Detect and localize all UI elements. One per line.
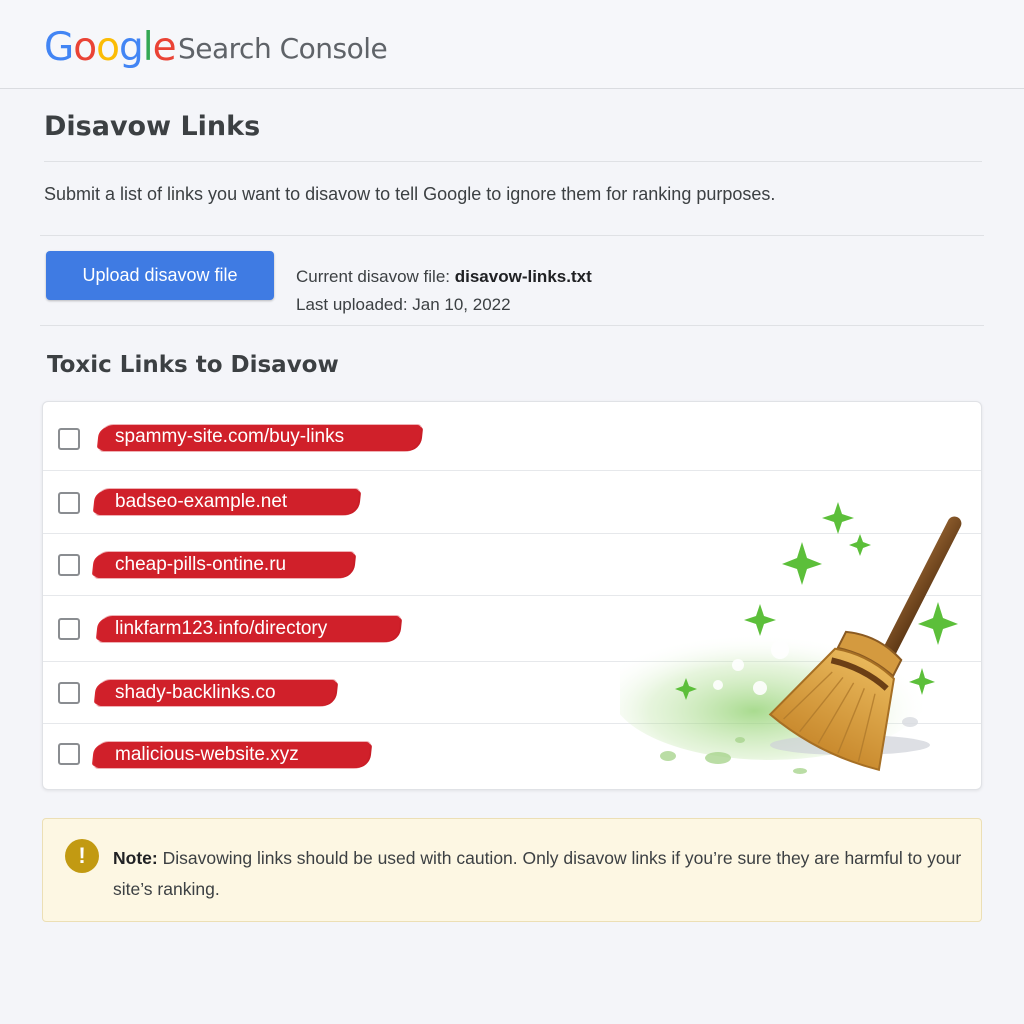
divider: [40, 325, 984, 326]
current-file-name: disavow-links.txt: [454, 267, 592, 286]
link-checkbox[interactable]: [58, 492, 80, 514]
link-checkbox[interactable]: [58, 743, 80, 765]
logo-letter-e: e: [152, 25, 177, 70]
current-file-info: Current disavow file: disavow-links.txt …: [296, 263, 592, 319]
last-uploaded: Last uploaded: Jan 10, 2022: [296, 295, 511, 314]
divider: [44, 161, 982, 162]
current-file-line: Current disavow file: disavow-links.txt: [296, 263, 592, 291]
app-header: Google Search Console: [0, 0, 1024, 89]
page-title: Disavow Links: [44, 111, 261, 142]
logo-letter-g2: g: [118, 25, 144, 70]
logo-letter-l: l: [142, 25, 154, 70]
link-url: cheap-pills-ontine.ru: [115, 554, 287, 575]
link-url: badseo-example.net: [115, 491, 288, 512]
link-url: malicious-website.xyz: [115, 744, 299, 765]
note-text: Note: Disavowing links should be used wi…: [113, 843, 973, 905]
link-checkbox[interactable]: [58, 428, 80, 450]
google-logo[interactable]: Google: [44, 24, 177, 72]
link-url: spammy-site.com/buy-links: [115, 426, 345, 447]
toxic-links-title: Toxic Links to Disavow: [47, 352, 339, 378]
link-checkbox[interactable]: [58, 682, 80, 704]
link-checkbox[interactable]: [58, 554, 80, 576]
link-checkbox[interactable]: [58, 618, 80, 640]
divider: [40, 235, 984, 236]
page-description: Submit a list of links you want to disav…: [44, 184, 776, 204]
logo-letter-o2: o: [96, 25, 120, 70]
upload-disavow-button[interactable]: Upload disavow file: [46, 251, 274, 300]
list-item: spammy-site.com/buy-links: [43, 402, 981, 471]
broom-illustration: [620, 502, 962, 774]
note-label: Note:: [113, 848, 158, 868]
logo-letter-g: G: [44, 25, 74, 70]
warning-icon: !: [65, 839, 99, 873]
note-body: Disavowing links should be used with cau…: [113, 848, 962, 899]
logo-letter-o1: o: [73, 25, 97, 70]
link-url: shady-backlinks.co: [115, 682, 276, 703]
caution-note: ! Note: Disavowing links should be used …: [42, 818, 982, 922]
product-name: Search Console: [178, 32, 388, 65]
current-file-label: Current disavow file:: [296, 267, 451, 286]
link-url: linkfarm123.info/directory: [115, 618, 328, 639]
